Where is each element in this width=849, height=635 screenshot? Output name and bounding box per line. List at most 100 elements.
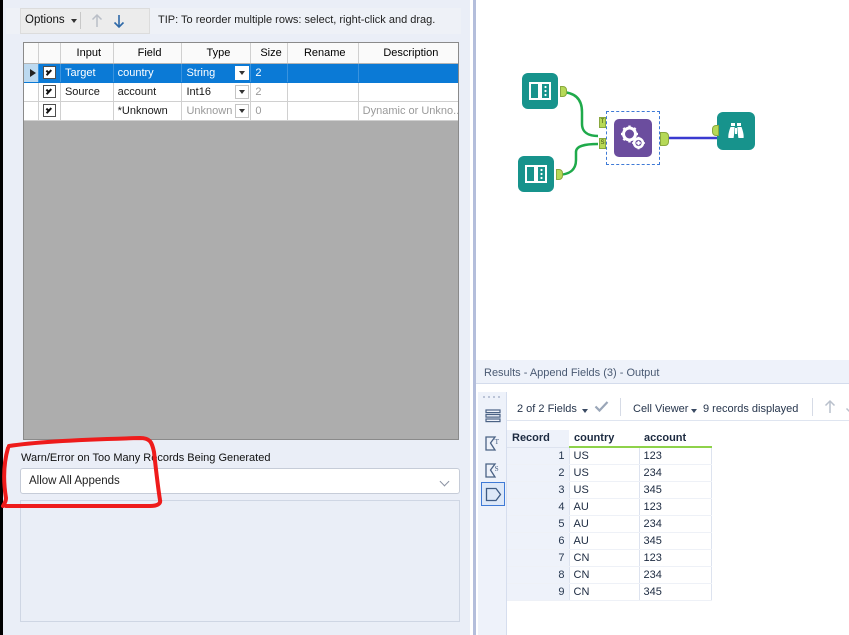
chevron-down-icon[interactable] (582, 409, 588, 413)
cell-input: Target (60, 63, 114, 83)
cell-rename[interactable] (287, 82, 359, 102)
target-input-anchor[interactable]: T (599, 117, 606, 128)
cell-size[interactable]: 2 (250, 63, 288, 83)
cell-type[interactable]: Int16 (181, 82, 252, 102)
cell-rename[interactable] (287, 63, 359, 83)
chevron-down-icon (239, 70, 246, 75)
drag-grip-icon[interactable] (483, 396, 501, 401)
table-row[interactable]: 3 US 345 (507, 481, 712, 499)
table-row[interactable]: 7 CN 123 (507, 549, 712, 567)
cell-account[interactable]: 345 (639, 583, 712, 601)
sigma-t-icon[interactable]: T (481, 431, 505, 455)
source-input-anchor[interactable]: S (599, 138, 606, 149)
records-list-icon[interactable] (481, 404, 505, 428)
output-anchor[interactable] (556, 169, 563, 180)
results-table: Record country account 1 US 123 2 US 234… (507, 430, 712, 601)
cell-country[interactable]: AU (569, 515, 640, 533)
table-row[interactable]: Target country String 2 (24, 63, 458, 83)
results-data-grid[interactable]: Record country account 1 US 123 2 US 234… (507, 430, 849, 601)
cell-country[interactable]: CN (569, 549, 640, 567)
chevron-down-icon (70, 19, 77, 23)
cell-country[interactable]: AU (569, 532, 640, 550)
options-button[interactable]: Options (25, 14, 77, 26)
arrow-up-icon (91, 13, 103, 27)
cell-account[interactable]: 123 (639, 447, 712, 465)
checkmark-icon[interactable] (594, 400, 609, 416)
cell-account[interactable]: 234 (639, 515, 712, 533)
cell-account[interactable]: 123 (639, 498, 712, 516)
tip-text: TIP: To reorder multiple rows: select, r… (158, 14, 436, 26)
tag-output-icon[interactable] (481, 482, 505, 506)
output-anchor[interactable] (660, 132, 669, 146)
table-row[interactable]: 8 CN 234 (507, 566, 712, 584)
cell-record: 1 (507, 447, 570, 465)
table-row[interactable]: 5 AU 234 (507, 515, 712, 533)
chevron-down-icon[interactable] (691, 409, 697, 413)
cell-country[interactable]: AU (569, 498, 640, 516)
fields-selector[interactable]: 2 of 2 Fields (517, 403, 577, 415)
workflow-canvas[interactable]: T S (473, 0, 849, 357)
cell-type[interactable]: Unknown (181, 101, 252, 121)
col-header-input[interactable]: Input (60, 43, 114, 64)
table-row[interactable]: 6 AU 345 (507, 532, 712, 550)
cell-country[interactable]: CN (569, 583, 640, 601)
binoculars-icon (717, 112, 755, 150)
row-checkbox[interactable] (38, 63, 61, 83)
col-header-size[interactable]: Size (250, 43, 288, 64)
cell-account[interactable]: 234 (639, 464, 712, 482)
cell-country[interactable]: US (569, 481, 640, 499)
tool-configuration-panel: Options TIP: To reorder multiple rows: s… (0, 0, 470, 635)
type-dropdown-button[interactable] (235, 65, 250, 80)
grid-empty-area (24, 120, 458, 139)
append-fields-tool[interactable]: T S (599, 111, 669, 165)
field-select-grid[interactable]: Input Field Type Size Rename Description… (23, 42, 459, 440)
cell-country[interactable]: US (569, 447, 640, 465)
results-side-rail (478, 392, 507, 635)
cell-type-value: String (186, 66, 216, 79)
cell-country[interactable]: CN (569, 566, 640, 584)
chevron-down-icon (239, 89, 246, 94)
row-checkbox[interactable] (38, 101, 61, 121)
col-header-record[interactable]: Record (507, 430, 569, 448)
scroll-up-button[interactable] (822, 398, 838, 419)
cell-country[interactable]: US (569, 464, 640, 482)
row-checkbox[interactable] (38, 82, 61, 102)
output-anchor[interactable] (560, 86, 567, 97)
cell-description[interactable] (358, 82, 458, 102)
col-header-rename[interactable]: Rename (287, 43, 359, 64)
col-header-type[interactable]: Type (181, 43, 252, 64)
col-header-country[interactable]: country (569, 430, 639, 448)
table-row[interactable]: 2 US 234 (507, 464, 712, 482)
input-data-tool-top[interactable] (522, 73, 567, 109)
sigma-s-icon[interactable]: S (481, 458, 505, 482)
table-row[interactable]: 9 CN 345 (507, 583, 712, 601)
col-header-description[interactable]: Description (358, 43, 458, 64)
cell-type[interactable]: String (181, 63, 252, 83)
cell-size[interactable]: 2 (250, 82, 288, 102)
table-row[interactable]: 1 US 123 (507, 447, 712, 465)
input-data-tool-bottom[interactable] (518, 156, 563, 192)
cell-account[interactable]: 345 (639, 532, 712, 550)
type-dropdown-button[interactable] (235, 103, 250, 118)
col-header-field[interactable]: Field (113, 43, 183, 64)
cell-record: 5 (507, 515, 570, 533)
cell-field[interactable]: account (113, 82, 183, 102)
cell-account[interactable]: 345 (639, 481, 712, 499)
col-header-account[interactable]: account (639, 430, 711, 448)
move-row-down-button[interactable] (109, 11, 129, 31)
input-anchor[interactable] (712, 125, 719, 136)
cell-viewer-selector[interactable]: Cell Viewer (633, 403, 688, 415)
cell-rename[interactable] (287, 101, 359, 121)
cell-account[interactable]: 234 (639, 566, 712, 584)
type-dropdown-button[interactable] (235, 84, 250, 99)
table-row[interactable]: 4 AU 123 (507, 498, 712, 516)
table-row[interactable]: *Unknown Unknown 0 Dynamic or Unkno... (24, 101, 458, 121)
cell-field[interactable]: country (113, 63, 183, 83)
move-row-up-button[interactable] (87, 11, 107, 31)
cell-account[interactable]: 123 (639, 549, 712, 567)
scroll-down-button[interactable] (843, 398, 849, 419)
table-row[interactable]: Source account Int16 2 (24, 82, 458, 102)
cell-description[interactable] (358, 63, 458, 83)
warn-error-dropdown[interactable]: Allow All Appends (20, 468, 460, 494)
browse-tool[interactable] (712, 112, 755, 150)
